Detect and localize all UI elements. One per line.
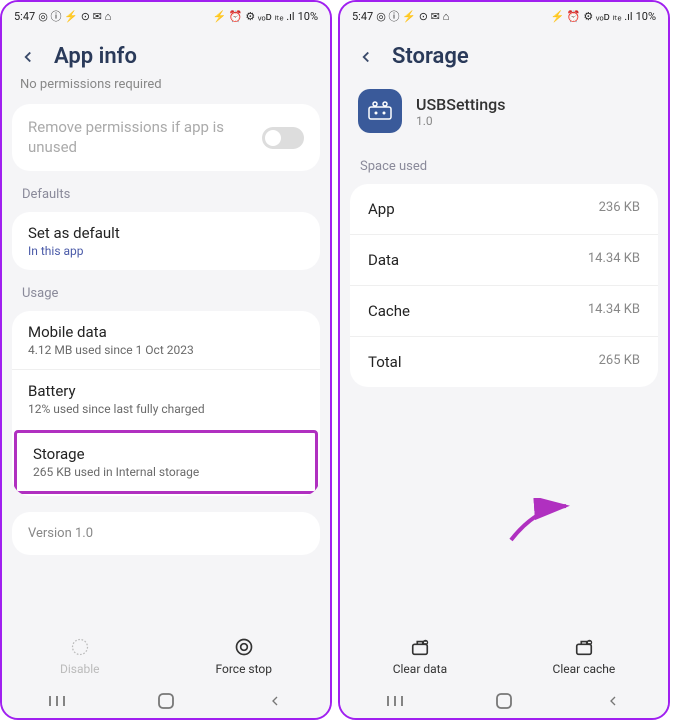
nav-back-icon[interactable] [601, 692, 625, 710]
bottom-actions: Clear data Clear cache [340, 626, 668, 682]
clear-data-icon [409, 636, 431, 658]
status-left-icons: ◎ ⓘ ⚡ ⊙ ✉ ⌂ [38, 8, 111, 24]
clear-data-button[interactable]: Clear data [393, 636, 447, 676]
storage-title: Storage [33, 445, 299, 463]
kv-key: Total [368, 353, 402, 371]
app-icon [358, 89, 402, 133]
kv-val: 265 KB [599, 353, 640, 371]
cache-size-row: Cache 14.34 KB [350, 285, 658, 336]
force-stop-button[interactable]: Force stop [216, 636, 273, 676]
kv-key: Data [368, 251, 399, 269]
page-title: App info [54, 44, 137, 69]
status-time: 5:47 [352, 10, 373, 23]
back-icon[interactable] [18, 47, 38, 67]
bottom-actions: Disable Force stop [2, 626, 330, 682]
remove-permissions-row[interactable]: Remove permissions if app is unused [12, 104, 320, 171]
truncated-text: No permissions required [2, 79, 330, 98]
app-size-row: App 236 KB [350, 184, 658, 234]
app-row: USBSettings 1.0 [340, 79, 668, 149]
battery-sub: 12% used since last fully charged [28, 402, 304, 416]
total-size-row: Total 265 KB [350, 336, 658, 387]
nav-back-icon[interactable] [263, 692, 287, 710]
header: App info [2, 30, 330, 79]
set-default-title: Set as default [28, 224, 304, 242]
navbar [2, 682, 330, 718]
screen-storage: 5:47 ◎ ⓘ ⚡ ⊙ ✉ ⌂ ⚡ ⏰ ⚙ ᵥₒᴅ ₗₜₑ .ıl 10% S… [338, 0, 670, 720]
force-stop-label: Force stop [216, 662, 273, 676]
version-text: Version 1.0 [28, 526, 93, 541]
storage-highlight: Storage 265 KB used in Internal storage [14, 430, 318, 494]
usage-label: Usage [2, 276, 330, 305]
navbar [340, 682, 668, 718]
nav-recents-icon[interactable] [383, 692, 407, 710]
app-name: USBSettings [416, 95, 505, 114]
screen-app-info: 5:47 ◎ ⓘ ⚡ ⊙ ✉ ⌂ ⚡ ⏰ ⚙ ᵥₒᴅ ₗₜₑ .ıl 10% A… [0, 0, 332, 720]
force-stop-icon [233, 636, 255, 658]
status-left-icons: ◎ ⓘ ⚡ ⊙ ✉ ⌂ [376, 8, 449, 24]
space-used-label: Space used [340, 149, 668, 178]
header: Storage [340, 30, 668, 79]
kv-val: 236 KB [599, 200, 640, 218]
remove-permissions-label: Remove permissions if app is unused [28, 118, 228, 157]
page-title: Storage [392, 44, 469, 69]
storage-sub: 265 KB used in Internal storage [33, 465, 299, 479]
kv-val: 14.34 KB [588, 251, 640, 269]
disable-icon [69, 636, 91, 658]
back-icon[interactable] [356, 47, 376, 67]
status-battery: 10% [636, 10, 656, 23]
storage-row[interactable]: Storage 265 KB used in Internal storage [17, 433, 315, 491]
nav-recents-icon[interactable] [45, 692, 69, 710]
toggle-icon[interactable] [262, 127, 304, 149]
status-bar: 5:47 ◎ ⓘ ⚡ ⊙ ✉ ⌂ ⚡ ⏰ ⚙ ᵥₒᴅ ₗₜₑ .ıl 10% [340, 2, 668, 30]
clear-cache-label: Clear cache [553, 662, 616, 676]
kv-key: App [368, 200, 395, 218]
usage-card: Mobile data 4.12 MB used since 1 Oct 202… [12, 311, 320, 496]
permissions-card: Remove permissions if app is unused [12, 104, 320, 171]
nav-home-icon[interactable] [154, 692, 178, 710]
set-default-row[interactable]: Set as default In this app [12, 212, 320, 270]
clear-cache-icon [573, 636, 595, 658]
disable-button: Disable [60, 636, 100, 676]
clear-data-label: Clear data [393, 662, 447, 676]
defaults-label: Defaults [2, 177, 330, 206]
clear-cache-button[interactable]: Clear cache [553, 636, 616, 676]
status-right-icons: ⚡ ⏰ ⚙ ᵥₒᴅ ₗₜₑ .ıl [212, 10, 294, 23]
battery-row[interactable]: Battery 12% used since last fully charge… [12, 369, 320, 428]
mobile-data-sub: 4.12 MB used since 1 Oct 2023 [28, 343, 304, 357]
defaults-card: Set as default In this app [12, 212, 320, 270]
disable-label: Disable [60, 662, 100, 676]
status-time: 5:47 [14, 10, 35, 23]
nav-home-icon[interactable] [492, 692, 516, 710]
status-right-icons: ⚡ ⏰ ⚙ ᵥₒᴅ ₗₜₑ .ıl [550, 10, 632, 23]
data-size-row: Data 14.34 KB [350, 234, 658, 285]
set-default-sub: In this app [28, 244, 304, 258]
status-battery: 10% [298, 10, 318, 23]
space-card: App 236 KB Data 14.34 KB Cache 14.34 KB … [350, 184, 658, 387]
app-version: 1.0 [416, 114, 505, 128]
version-card: Version 1.0 [12, 512, 320, 555]
battery-title: Battery [28, 382, 304, 400]
mobile-data-row[interactable]: Mobile data 4.12 MB used since 1 Oct 202… [12, 311, 320, 369]
status-bar: 5:47 ◎ ⓘ ⚡ ⊙ ✉ ⌂ ⚡ ⏰ ⚙ ᵥₒᴅ ₗₜₑ .ıl 10% [2, 2, 330, 30]
mobile-data-title: Mobile data [28, 323, 304, 341]
kv-val: 14.34 KB [588, 302, 640, 320]
arrow-annotation-icon [506, 498, 576, 548]
kv-key: Cache [368, 302, 410, 320]
